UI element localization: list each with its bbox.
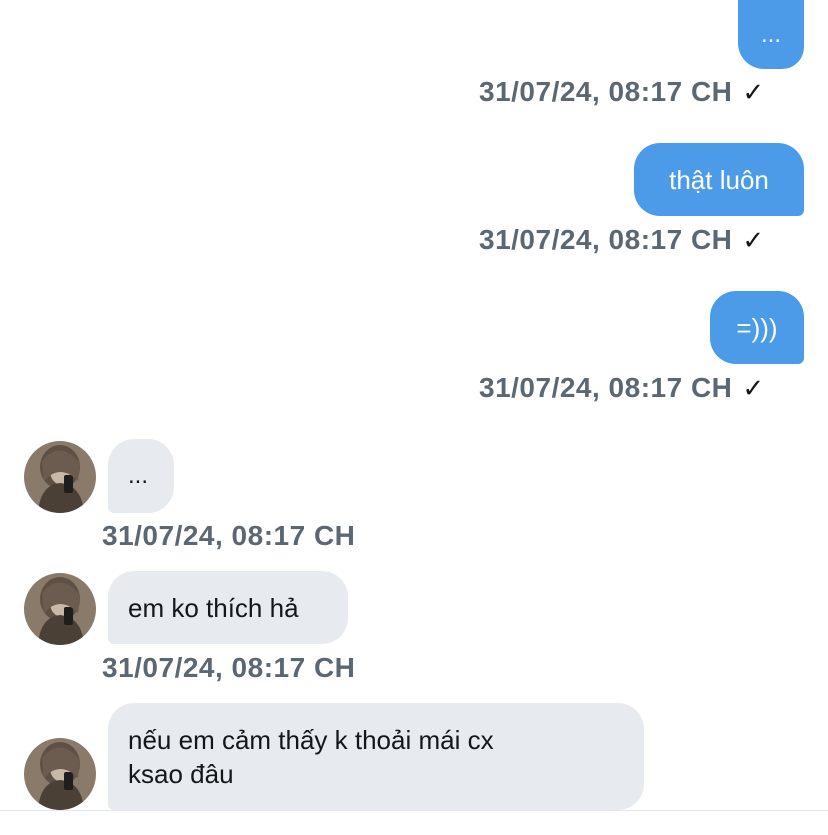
- message-timestamp: 31/07/24, 08:17 CH: [102, 520, 355, 552]
- outgoing-message-bubble[interactable]: thật luôn: [634, 143, 804, 216]
- message-timestamp: 31/07/24, 08:17 CH: [102, 652, 355, 684]
- timestamp-text: 31/07/24, 08:17 CH: [479, 372, 733, 403]
- user-avatar[interactable]: [24, 573, 96, 645]
- message-text: thật luôn: [669, 164, 769, 195]
- incoming-message-bubble[interactable]: em ko thích hả: [108, 571, 348, 644]
- message-text: ...: [760, 20, 781, 48]
- message-text: =))): [736, 312, 778, 343]
- message-text: em ko thích hả: [128, 592, 299, 623]
- timestamp-text: 31/07/24, 08:17 CH: [479, 224, 733, 255]
- check-icon: ✓: [742, 224, 765, 255]
- message-timestamp: 31/07/24, 08:17 CH ✓: [479, 76, 765, 108]
- check-icon: ✓: [742, 76, 765, 107]
- outgoing-message-bubble[interactable]: =))): [710, 291, 804, 364]
- timestamp-text: 31/07/24, 08:17 CH: [479, 76, 733, 107]
- message-timestamp: 31/07/24, 08:17 CH ✓: [479, 224, 765, 256]
- composer-divider: [0, 810, 828, 811]
- message-text-line: nếu em cảm thấy k thoải mái cx: [128, 724, 494, 755]
- message-thread: ... 31/07/24, 08:17 CH ✓ thật luôn 31/07…: [0, 0, 828, 835]
- incoming-message-bubble[interactable]: nếu em cảm thấy k thoải mái cx ksao đâu: [108, 703, 644, 810]
- timestamp-text: 31/07/24, 08:17 CH: [102, 652, 356, 683]
- message-text: ...: [128, 462, 149, 489]
- user-avatar[interactable]: [24, 738, 96, 810]
- user-avatar[interactable]: [24, 441, 96, 513]
- avatar-photo: [24, 738, 96, 810]
- outgoing-message-bubble[interactable]: ...: [738, 0, 804, 69]
- incoming-message-bubble[interactable]: ...: [108, 439, 174, 513]
- message-text-line: ksao đâu: [128, 758, 234, 789]
- check-icon: ✓: [742, 372, 765, 403]
- avatar-photo: [24, 441, 96, 513]
- timestamp-text: 31/07/24, 08:17 CH: [102, 520, 356, 551]
- avatar-photo: [24, 573, 96, 645]
- message-timestamp: 31/07/24, 08:17 CH ✓: [479, 372, 765, 404]
